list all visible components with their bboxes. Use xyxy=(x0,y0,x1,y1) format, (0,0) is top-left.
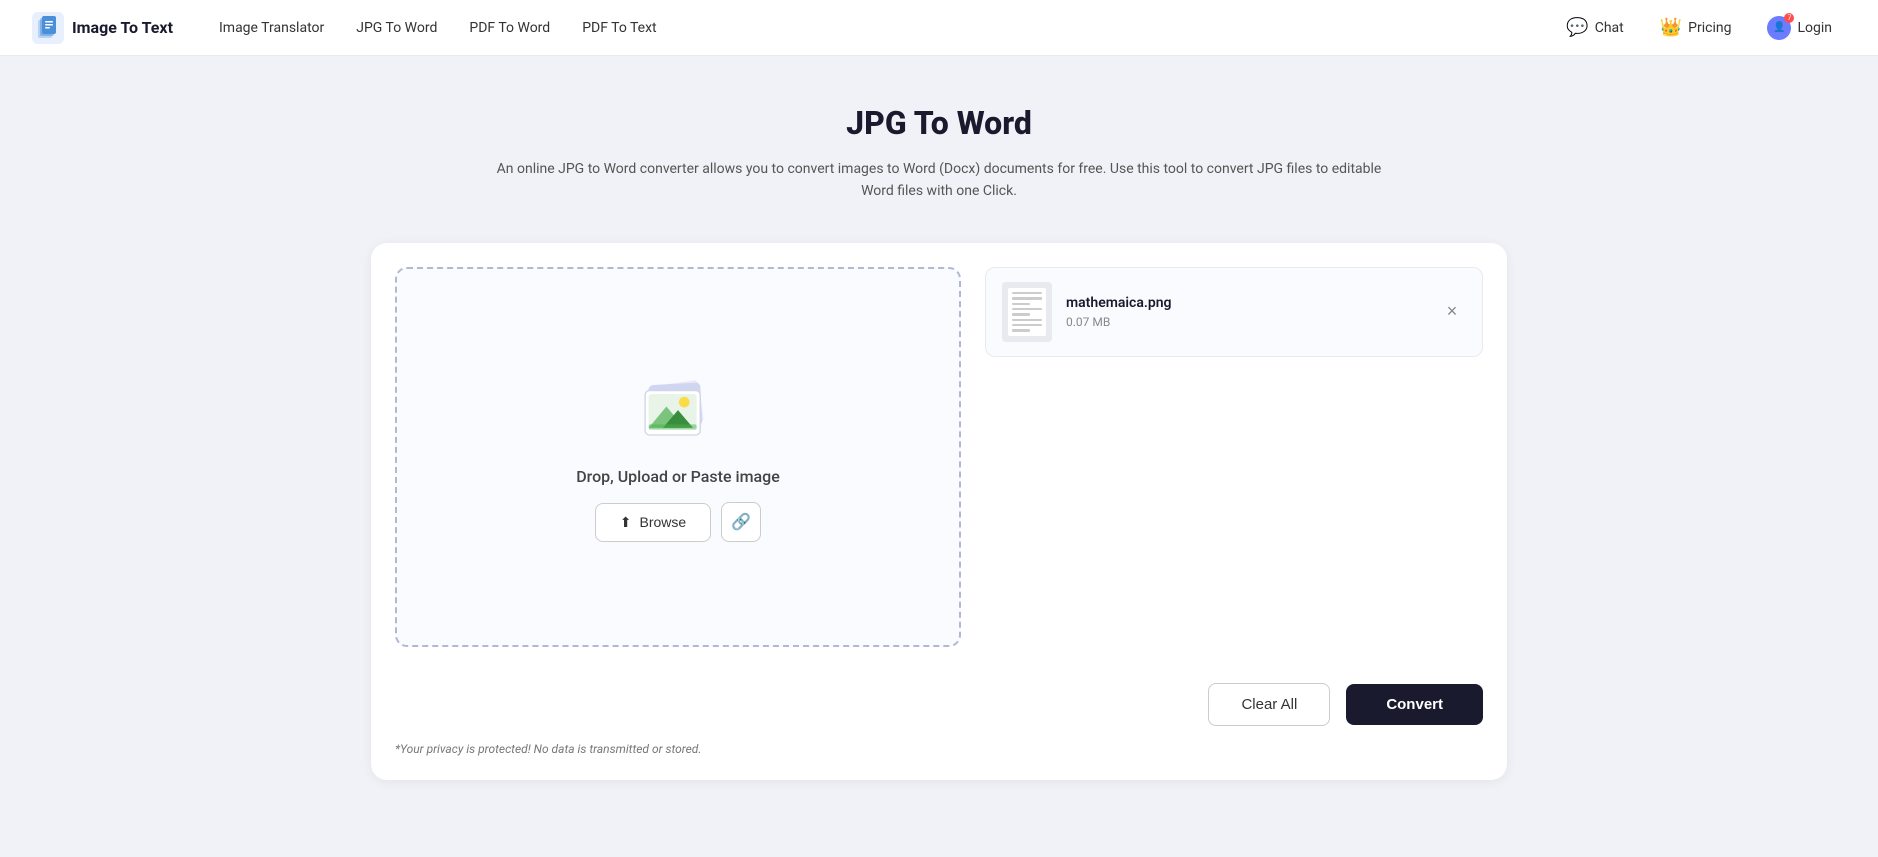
avatar: 👤 7 xyxy=(1767,16,1791,40)
file-thumbnail xyxy=(1002,282,1052,342)
converter-card: Drop, Upload or Paste image ⬆ Browse 🔗 xyxy=(371,243,1507,780)
clear-all-button[interactable]: Clear All xyxy=(1208,683,1330,726)
preview-line xyxy=(1012,313,1030,315)
preview-line xyxy=(1012,297,1042,299)
chat-nav-item[interactable]: 💬 Chat xyxy=(1552,11,1637,44)
nav-links: Image Translator JPG To Word PDF To Word… xyxy=(205,12,1552,44)
brand-name: Image To Text xyxy=(72,18,173,37)
privacy-note: *Your privacy is protected! No data is t… xyxy=(395,742,1483,756)
pricing-icon: 👑 xyxy=(1660,17,1682,38)
login-label: Login xyxy=(1797,20,1832,36)
browse-label: Browse xyxy=(640,514,687,530)
upload-images-icon xyxy=(628,371,728,451)
actions-row: Clear All Convert xyxy=(395,667,1483,726)
file-name: mathemaica.png xyxy=(1066,295,1424,311)
browse-button[interactable]: ⬆ Browse xyxy=(595,503,711,542)
chat-icon: 💬 xyxy=(1566,17,1588,38)
preview-line xyxy=(1012,319,1042,321)
nav-jpg-to-word[interactable]: JPG To Word xyxy=(342,12,451,44)
notification-badge: 7 xyxy=(1784,13,1794,23)
drop-zone[interactable]: Drop, Upload or Paste image ⬆ Browse 🔗 xyxy=(395,267,961,647)
main-content: JPG To Word An online JPG to Word conver… xyxy=(339,56,1539,812)
file-list-panel: mathemaica.png 0.07 MB × xyxy=(985,267,1483,647)
convert-button[interactable]: Convert xyxy=(1346,684,1483,725)
link-button[interactable]: 🔗 xyxy=(721,502,761,542)
pricing-label: Pricing xyxy=(1688,20,1731,36)
file-size: 0.07 MB xyxy=(1066,315,1424,329)
chat-label: Chat xyxy=(1595,20,1624,36)
remove-file-button[interactable]: × xyxy=(1438,298,1466,326)
file-info: mathemaica.png 0.07 MB xyxy=(1066,295,1424,329)
nav-image-translator[interactable]: Image Translator xyxy=(205,12,338,44)
preview-line xyxy=(1012,308,1042,310)
navbar: Image To Text Image Translator JPG To Wo… xyxy=(0,0,1878,56)
logo-icon xyxy=(32,12,64,44)
link-icon: 🔗 xyxy=(731,512,751,532)
login-button[interactable]: 👤 7 Login xyxy=(1753,10,1846,46)
preview-line xyxy=(1012,329,1030,331)
preview-line xyxy=(1012,292,1042,294)
brand-logo[interactable]: Image To Text xyxy=(32,12,173,44)
preview-line xyxy=(1012,303,1030,305)
file-preview xyxy=(1008,288,1046,336)
nav-right: 💬 Chat 👑 Pricing 👤 7 Login xyxy=(1552,10,1846,46)
page-title: JPG To Word xyxy=(371,104,1507,142)
drop-zone-buttons: ⬆ Browse 🔗 xyxy=(595,502,761,542)
page-subtitle: An online JPG to Word converter allows y… xyxy=(489,158,1389,203)
upload-icon: ⬆ xyxy=(620,514,632,531)
table-row: mathemaica.png 0.07 MB × xyxy=(985,267,1483,357)
nav-pdf-to-word[interactable]: PDF To Word xyxy=(455,12,564,44)
converter-body: Drop, Upload or Paste image ⬆ Browse 🔗 xyxy=(395,267,1483,647)
pricing-nav-item[interactable]: 👑 Pricing xyxy=(1646,11,1746,44)
nav-pdf-to-text[interactable]: PDF To Text xyxy=(568,12,670,44)
drop-zone-text: Drop, Upload or Paste image xyxy=(576,467,780,486)
preview-line xyxy=(1012,324,1042,326)
